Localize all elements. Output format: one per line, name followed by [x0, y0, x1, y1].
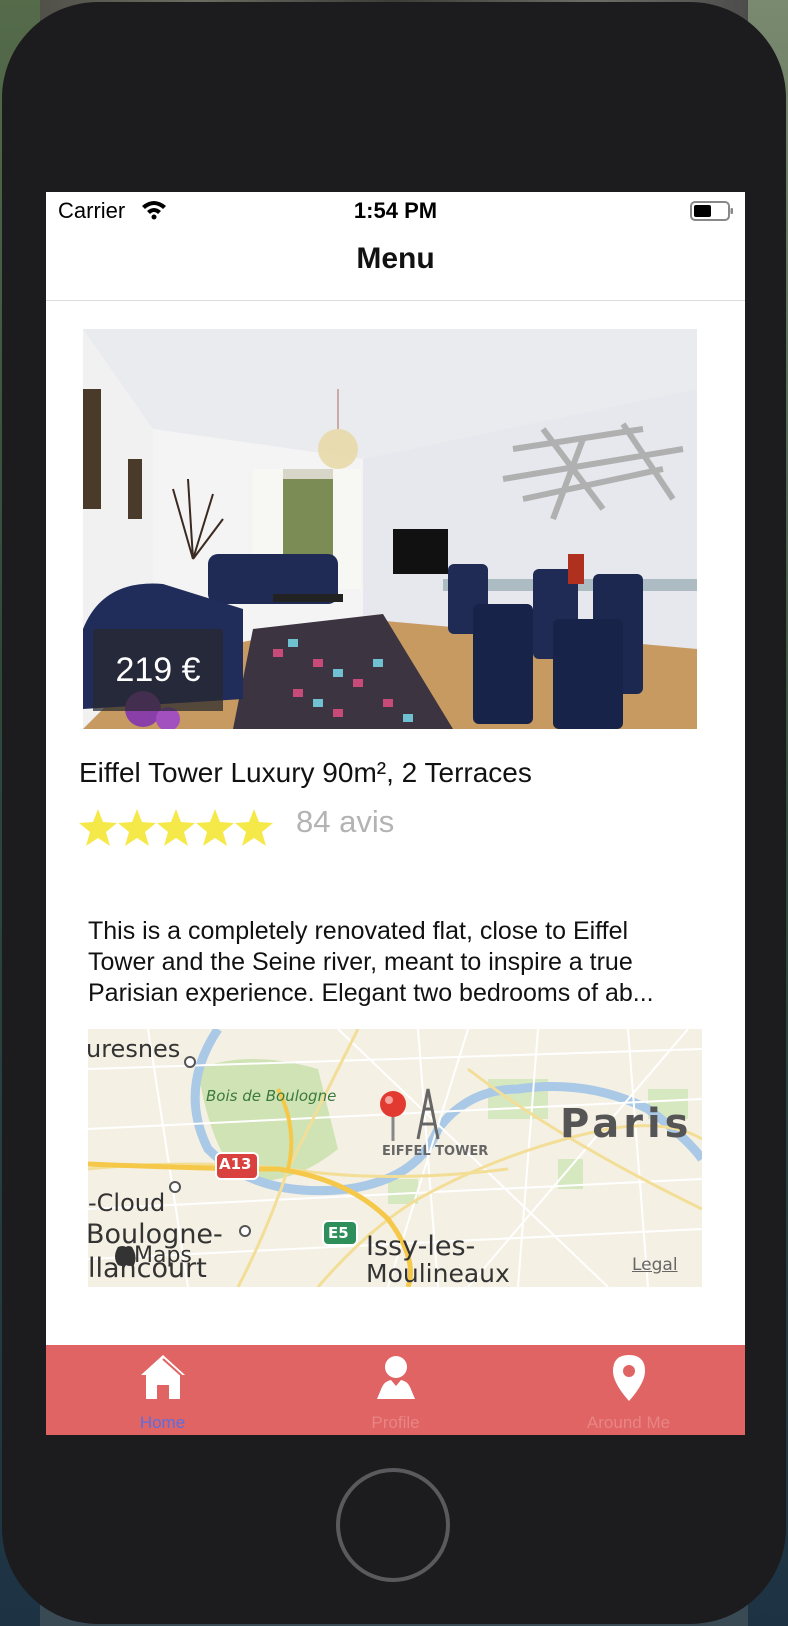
tab-around-me-label: Around Me — [586, 1413, 671, 1432]
app-screen: Carrier 1:54 PM Menu 219 € Eiffel Tower … — [46, 192, 745, 1435]
tab-profile-label: Profile — [371, 1413, 420, 1432]
listing-description: This is a completely renovated flat, clo… — [88, 917, 654, 1007]
map-label-issy-les: Issy-les- — [366, 1231, 476, 1262]
apple-maps-logo-label: Maps — [134, 1243, 192, 1268]
rating-row: 84 avis — [78, 804, 678, 848]
phone-frame: Carrier 1:54 PM Menu 219 € Eiffel Tower … — [2, 2, 786, 1624]
map-label-saint-cloud: -Cloud — [88, 1189, 166, 1217]
map-label-suresnes: uresnes — [88, 1035, 181, 1063]
highway-shield-a13: A13 — [219, 1155, 252, 1173]
tab-profile[interactable]: Profile — [279, 1345, 512, 1435]
map-label-eiffel-tower: EIFFEL TOWER — [382, 1144, 489, 1159]
star-icon — [79, 809, 117, 846]
tab-home-label: Home — [139, 1413, 186, 1432]
person-icon — [377, 1356, 415, 1399]
tab-bar: Home Profile Around Me — [46, 1345, 745, 1435]
price-badge: 219 € — [93, 629, 223, 711]
location-pin-icon — [613, 1355, 645, 1401]
star-icon — [118, 809, 156, 846]
home-button[interactable] — [336, 1468, 450, 1582]
listing-title[interactable]: Eiffel Tower Luxury 90m², 2 Terraces — [79, 757, 532, 789]
listing-photo[interactable]: 219 € — [83, 329, 697, 729]
home-icon — [141, 1355, 185, 1399]
status-time: 1:54 PM — [353, 198, 438, 223]
map-view[interactable]: uresnes Bois de Boulogne Paris EIFFEL TO… — [88, 1029, 702, 1287]
map-label-paris: Paris — [560, 1101, 693, 1147]
star-icon — [235, 809, 273, 846]
map-label-moulineaux: Moulineaux — [366, 1259, 510, 1287]
highway-shield-e5: E5 — [328, 1224, 349, 1242]
navigation-bar: Menu — [46, 232, 745, 301]
review-count[interactable]: 84 avis — [296, 804, 394, 840]
star-icon — [157, 809, 195, 846]
map-label-bois-de-boulogne: Bois de Boulogne — [206, 1087, 337, 1105]
star-icon — [196, 809, 234, 846]
status-bar: Carrier 1:54 PM — [46, 192, 745, 232]
map-legal-link[interactable]: Legal — [632, 1255, 678, 1275]
tab-around-me[interactable]: Around Me — [512, 1345, 745, 1435]
battery-icon — [690, 201, 733, 221]
tab-home[interactable]: Home — [46, 1345, 279, 1435]
page-title: Menu — [356, 242, 435, 275]
